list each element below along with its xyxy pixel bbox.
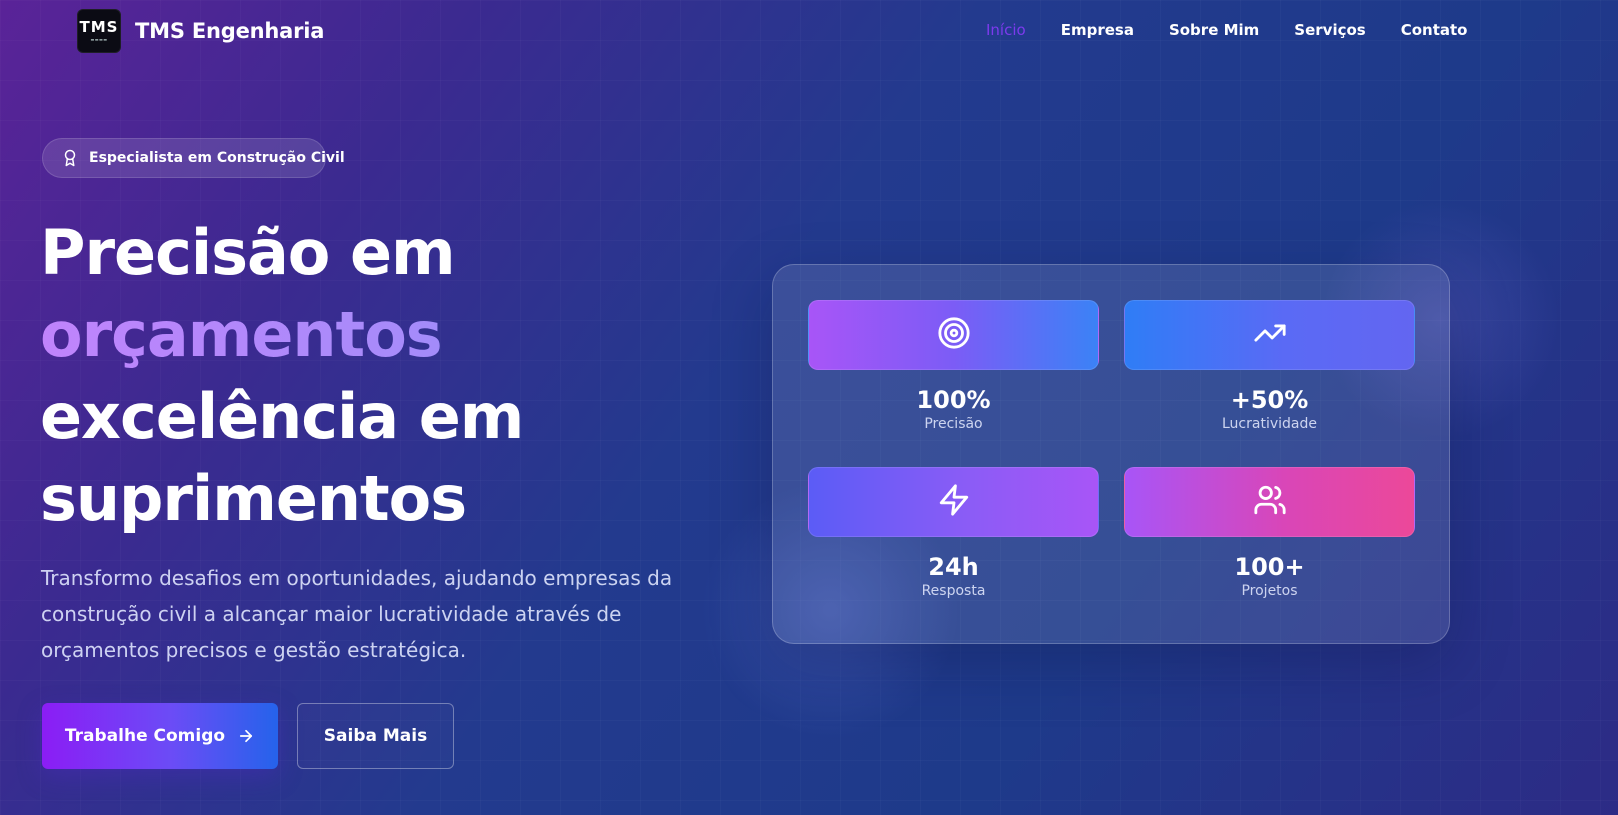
brand-link[interactable]: TMS ▬▬▬▬ TMS Engenharia: [77, 9, 324, 53]
specialty-badge: Especialista em Construção Civil: [42, 138, 345, 178]
logo-mark: TMS: [79, 18, 119, 36]
stat-label: Precisão: [924, 416, 983, 432]
stat-value: 24h: [928, 553, 979, 581]
brand-name: TMS Engenharia: [135, 19, 325, 43]
award-icon: [61, 149, 79, 167]
learn-more-button[interactable]: Saiba Mais: [297, 703, 454, 769]
stat-value: 100%: [916, 386, 991, 414]
hero-headline: Precisão em orçamentos excelência em sup…: [40, 212, 700, 540]
arrow-right-icon: [237, 727, 255, 745]
stat-icon-box: [1124, 300, 1415, 370]
logo: TMS ▬▬▬▬: [77, 9, 121, 53]
nav-item-empresa[interactable]: Empresa: [1061, 21, 1134, 39]
stat-icon-box: [808, 467, 1099, 537]
target-icon: [937, 316, 971, 354]
learn-more-label: Saiba Mais: [323, 726, 428, 746]
site-header: TMS ▬▬▬▬ TMS Engenharia Início Empresa S…: [0, 0, 1618, 64]
stats-card: 100% Precisão +50% Lucratividade 24h Res…: [772, 264, 1450, 644]
hero-description: Transformo desafios em oportunidades, aj…: [41, 566, 673, 662]
stat-value: +50%: [1230, 386, 1309, 414]
stat-label: Lucratividade: [1222, 416, 1317, 432]
stat-value: 100+: [1234, 553, 1305, 581]
headline-line: suprimentos: [40, 462, 467, 535]
stat-label: Projetos: [1241, 583, 1298, 599]
stat-icon-box: [1124, 467, 1415, 537]
work-with-me-button[interactable]: Trabalhe Comigo: [42, 703, 278, 769]
trending-up-icon: [1253, 316, 1287, 354]
logo-subtext: ▬▬▬▬: [90, 37, 108, 42]
nav-item-inicio[interactable]: Início: [986, 21, 1026, 39]
headline-line: excelência em: [40, 380, 524, 453]
badge-text: Especialista em Construção Civil: [89, 150, 345, 166]
stat-item: 100+ Projetos: [1124, 467, 1415, 599]
nav-item-contato[interactable]: Contato: [1401, 21, 1468, 39]
stat-item: 100% Precisão: [808, 300, 1099, 432]
main-nav: Início Empresa Sobre Mim Serviços Contat…: [986, 21, 1502, 39]
headline-highlight: orçamentos: [40, 294, 700, 376]
stat-item: +50% Lucratividade: [1124, 300, 1415, 432]
work-with-me-label: Trabalhe Comigo: [64, 726, 226, 746]
users-icon: [1253, 483, 1287, 521]
nav-item-servicos[interactable]: Serviços: [1294, 21, 1365, 39]
stat-icon-box: [808, 300, 1099, 370]
headline-line: Precisão em: [40, 216, 456, 289]
zap-icon: [937, 483, 971, 521]
nav-item-sobre-mim[interactable]: Sobre Mim: [1169, 21, 1259, 39]
stat-item: 24h Resposta: [808, 467, 1099, 599]
stat-label: Resposta: [921, 583, 986, 599]
